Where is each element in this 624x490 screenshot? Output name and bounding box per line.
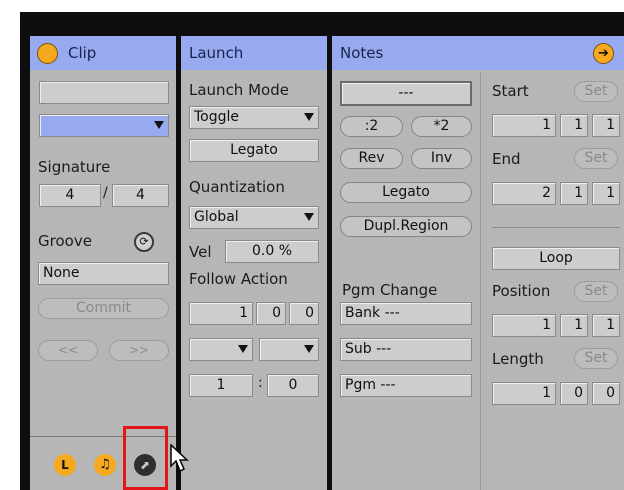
start-beats[interactable]: 1 <box>560 114 588 137</box>
bank-field[interactable]: Bank --- <box>340 302 472 325</box>
end-label: End <box>492 150 521 168</box>
groove-select[interactable]: None <box>38 262 169 285</box>
notes-panel-header: Notes ➔ <box>332 36 624 70</box>
start-set-button[interactable]: Set <box>574 81 618 102</box>
follow-chance-a-field[interactable]: 1 <box>189 374 253 397</box>
chevron-down-icon <box>304 113 314 121</box>
notes-column-divider <box>480 72 481 490</box>
clip-name-field[interactable] <box>39 81 169 104</box>
notes-box-toggle-icon[interactable]: ♫ <box>94 454 116 476</box>
launch-mode-label: Launch Mode <box>189 81 289 99</box>
clip-activator-icon[interactable] <box>37 43 58 64</box>
velocity-field[interactable]: 0.0 % <box>225 240 319 263</box>
length-bars[interactable]: 1 <box>492 382 556 405</box>
nudge-back-button[interactable]: << <box>38 340 98 361</box>
notes-legato-button[interactable]: Legato <box>340 182 472 203</box>
end-beats[interactable]: 1 <box>560 182 588 205</box>
follow-chance-separator: : <box>258 375 263 391</box>
position-bars[interactable]: 1 <box>492 314 556 337</box>
program-change-label: Pgm Change <box>342 281 438 299</box>
position-beats[interactable]: 1 <box>560 314 588 337</box>
chevron-down-icon <box>154 121 164 129</box>
loop-divider <box>492 227 620 228</box>
clip-view-window: Clip Signature 4 / 4 Groove ⟳ None Commi… <box>20 12 624 490</box>
chevron-down-icon <box>238 345 248 353</box>
follow-time-beats[interactable]: 0 <box>256 302 286 325</box>
launch-mode-dropdown[interactable]: Toggle <box>189 106 319 129</box>
highlight-box <box>123 426 168 490</box>
sub-bank-field[interactable]: Sub --- <box>340 338 472 361</box>
transpose-field[interactable]: --- <box>340 81 472 106</box>
length-set-button[interactable]: Set <box>574 348 618 369</box>
program-field[interactable]: Pgm --- <box>340 374 472 397</box>
clip-panel: Clip Signature 4 / 4 Groove ⟳ None Commi… <box>30 36 176 490</box>
chevron-down-icon <box>304 345 314 353</box>
nudge-forward-button[interactable]: >> <box>109 340 169 361</box>
commit-button[interactable]: Commit <box>38 298 169 319</box>
notes-panel-title: Notes <box>340 44 384 62</box>
groove-hot-swap-icon[interactable]: ⟳ <box>134 232 154 252</box>
clip-panel-header: Clip <box>30 36 176 70</box>
launch-box-toggle-icon[interactable]: L <box>54 454 76 476</box>
position-sixteenths[interactable]: 1 <box>592 314 620 337</box>
signature-denominator-field[interactable]: 4 <box>112 184 169 207</box>
quantization-value: Global <box>194 209 239 225</box>
loop-toggle-button[interactable]: Loop <box>492 247 620 270</box>
follow-chance-b-field[interactable]: 0 <box>267 374 319 397</box>
clip-color-dropdown[interactable] <box>39 114 169 137</box>
start-bars[interactable]: 1 <box>492 114 556 137</box>
end-set-button[interactable]: Set <box>574 148 618 169</box>
expand-arrow-icon[interactable]: ➔ <box>593 43 614 64</box>
double-button[interactable]: *2 <box>411 116 472 137</box>
duplicate-region-button[interactable]: Dupl.Region <box>340 216 472 237</box>
start-sixteenths[interactable]: 1 <box>592 114 620 137</box>
notes-panel: Notes ➔ --- :2 *2 Rev Inv Legato Dupl.Re… <box>332 36 624 490</box>
reverse-button[interactable]: Rev <box>340 148 403 169</box>
signature-numerator-field[interactable]: 4 <box>39 184 101 207</box>
signature-slash: / <box>103 185 108 201</box>
launch-legato-button[interactable]: Legato <box>189 139 319 162</box>
invert-button[interactable]: Inv <box>411 148 472 169</box>
quantization-label: Quantization <box>189 178 285 196</box>
velocity-label: Vel <box>189 243 212 261</box>
length-beats[interactable]: 0 <box>560 382 588 405</box>
follow-time-bars[interactable]: 1 <box>189 302 253 325</box>
quantization-dropdown[interactable]: Global <box>189 206 319 229</box>
launch-panel: Launch Launch Mode Toggle Legato Quantiz… <box>181 36 327 490</box>
halve-button[interactable]: :2 <box>340 116 403 137</box>
position-set-button[interactable]: Set <box>574 281 618 302</box>
length-label: Length <box>492 350 544 368</box>
chevron-down-icon <box>304 213 314 221</box>
groove-label: Groove <box>38 232 92 250</box>
end-sixteenths[interactable]: 1 <box>592 182 620 205</box>
launch-panel-header: Launch <box>181 36 327 70</box>
length-sixteenths[interactable]: 0 <box>592 382 620 405</box>
follow-action-label: Follow Action <box>189 270 288 288</box>
follow-action-b-dropdown[interactable] <box>259 338 319 361</box>
end-bars[interactable]: 2 <box>492 182 556 205</box>
launch-panel-title: Launch <box>189 44 244 62</box>
launch-mode-value: Toggle <box>194 109 240 125</box>
mouse-cursor-icon <box>170 443 192 478</box>
clip-panel-title: Clip <box>68 44 97 62</box>
position-label: Position <box>492 282 551 300</box>
follow-time-sixteenths[interactable]: 0 <box>289 302 319 325</box>
start-label: Start <box>492 82 529 100</box>
follow-action-a-dropdown[interactable] <box>189 338 253 361</box>
signature-label: Signature <box>38 158 111 176</box>
